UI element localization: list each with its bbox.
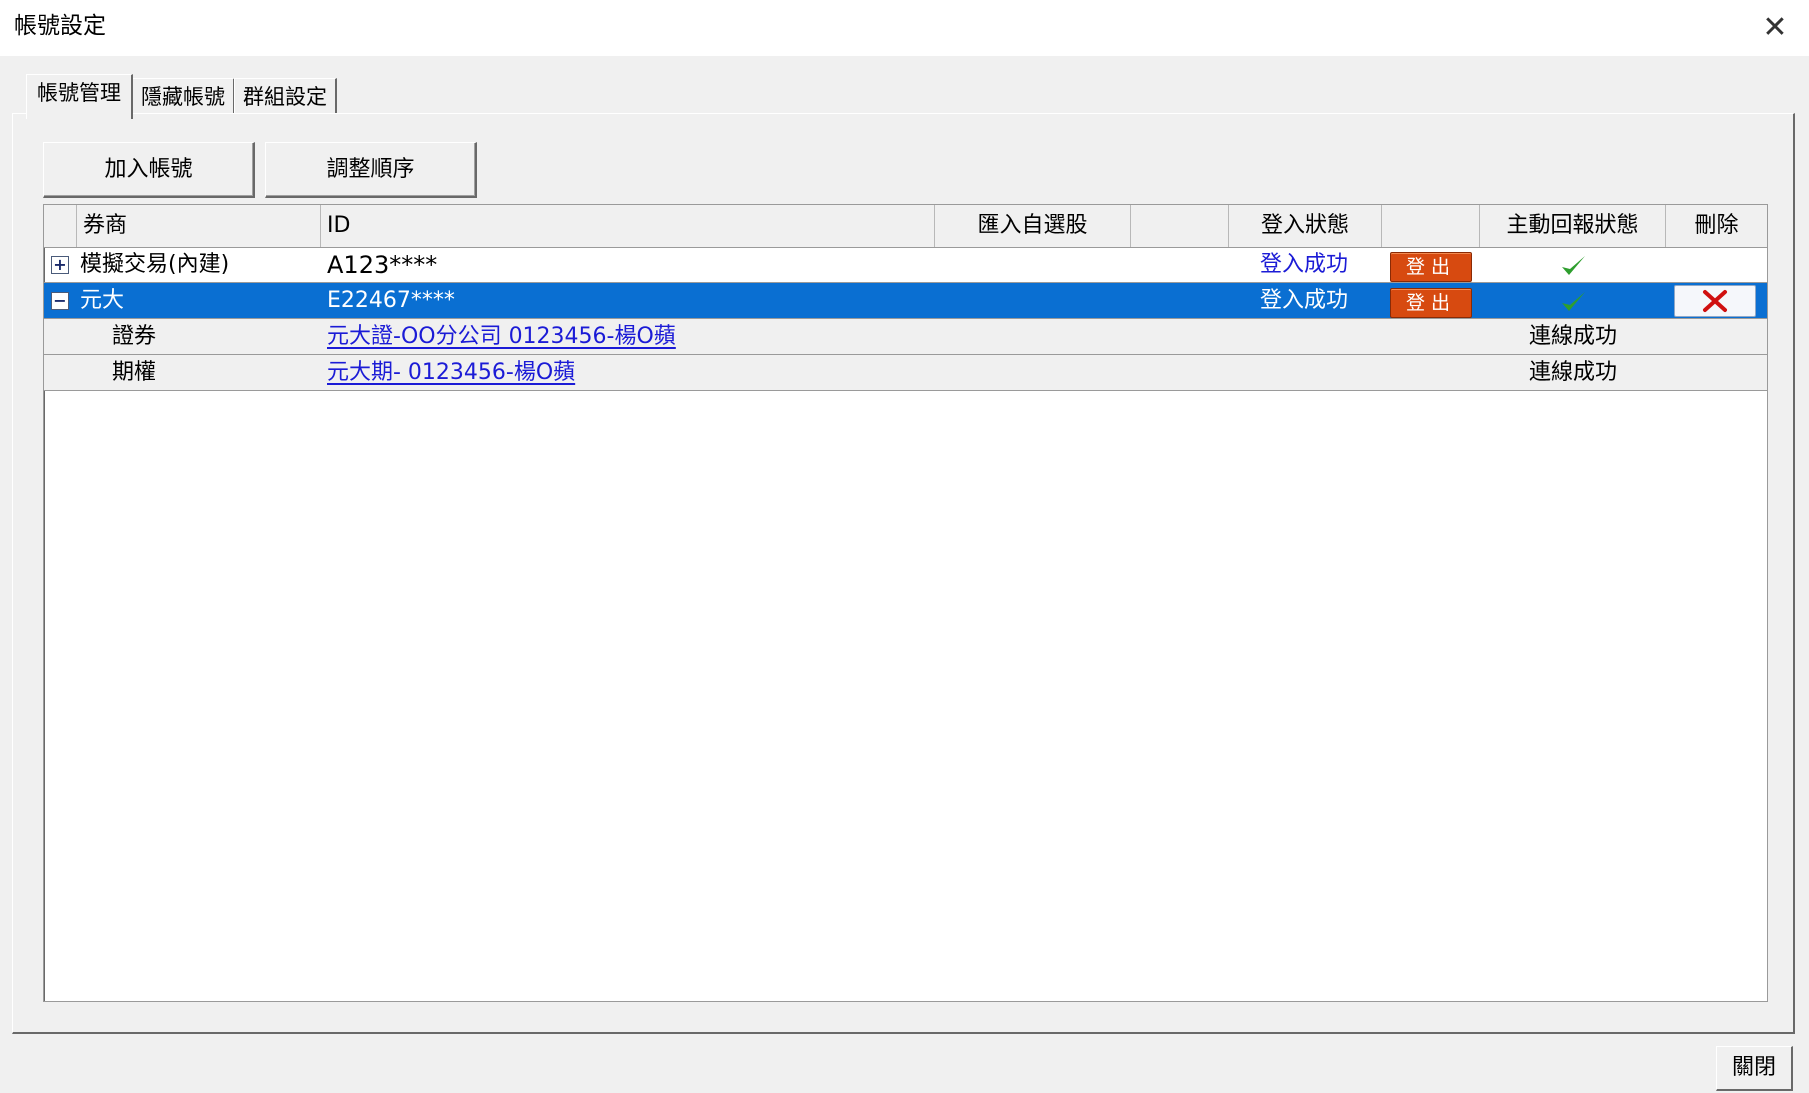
close-icon[interactable]: ✕ [1755, 8, 1795, 48]
login-status: 登入成功 [1260, 252, 1349, 277]
broker-name: 模擬交易(內建) [80, 252, 230, 277]
title-bar: 帳號設定 ✕ [0, 0, 1809, 56]
header-blank-2 [1382, 205, 1480, 247]
tab-account-management[interactable]: 帳號管理 [26, 74, 133, 119]
sub-account-link[interactable]: 元大證-OO分公司 0123456-楊O蘋 [327, 319, 676, 355]
header-delete[interactable]: 刪除 [1666, 205, 1767, 247]
check-icon [1562, 292, 1585, 311]
add-account-button[interactable]: 加入帳號 [43, 142, 255, 198]
account-id: A123**** [327, 251, 438, 279]
tab-group-settings[interactable]: 群組設定 [234, 78, 337, 115]
header-report-status[interactable]: 主動回報狀態 [1480, 205, 1666, 247]
grid-header: 券商 ID 匯入自選股 登入狀態 主動回報狀態 刪除 [44, 205, 1767, 248]
header-blank [44, 205, 77, 247]
collapse-icon[interactable]: − [51, 292, 69, 310]
close-button[interactable]: 關閉 [1716, 1046, 1793, 1091]
tab-hidden-accounts[interactable]: 隱藏帳號 [132, 78, 235, 115]
sub-account-row[interactable]: 證券 元大證-OO分公司 0123456-楊O蘋 連線成功 [44, 319, 1767, 355]
header-login-status[interactable]: 登入狀態 [1229, 205, 1382, 247]
reorder-button[interactable]: 調整順序 [265, 142, 477, 198]
sub-account-type: 證券 [112, 324, 157, 349]
account-grid: 券商 ID 匯入自選股 登入狀態 主動回報狀態 刪除 + 模擬交易(內建) A1… [43, 204, 1768, 1002]
table-row-selected[interactable]: − 元大 E22467**** 登入成功 登出 [44, 283, 1767, 319]
connection-status: 連線成功 [1529, 360, 1618, 385]
delete-x-icon [1703, 290, 1727, 312]
header-import-watchlist[interactable]: 匯入自選股 [935, 205, 1131, 247]
broker-name: 元大 [80, 288, 125, 313]
logout-button[interactable]: 登出 [1390, 288, 1472, 318]
header-broker[interactable]: 券商 [77, 205, 321, 247]
expand-icon[interactable]: + [51, 256, 69, 274]
login-status: 登入成功 [1260, 288, 1349, 313]
sub-account-type: 期權 [112, 360, 157, 385]
delete-button[interactable] [1674, 285, 1756, 317]
account-id: E22467**** [327, 288, 455, 313]
connection-status: 連線成功 [1529, 324, 1618, 349]
window-title: 帳號設定 [14, 13, 106, 39]
check-icon [1562, 256, 1585, 275]
logout-button[interactable]: 登出 [1390, 252, 1472, 282]
sub-account-row[interactable]: 期權 元大期- 0123456-楊O蘋 連線成功 [44, 355, 1767, 391]
header-blank-1 [1131, 205, 1229, 247]
table-row[interactable]: + 模擬交易(內建) A123**** 登入成功 登出 [44, 247, 1767, 283]
header-id[interactable]: ID [321, 205, 935, 247]
sub-account-link[interactable]: 元大期- 0123456-楊O蘋 [327, 355, 575, 391]
